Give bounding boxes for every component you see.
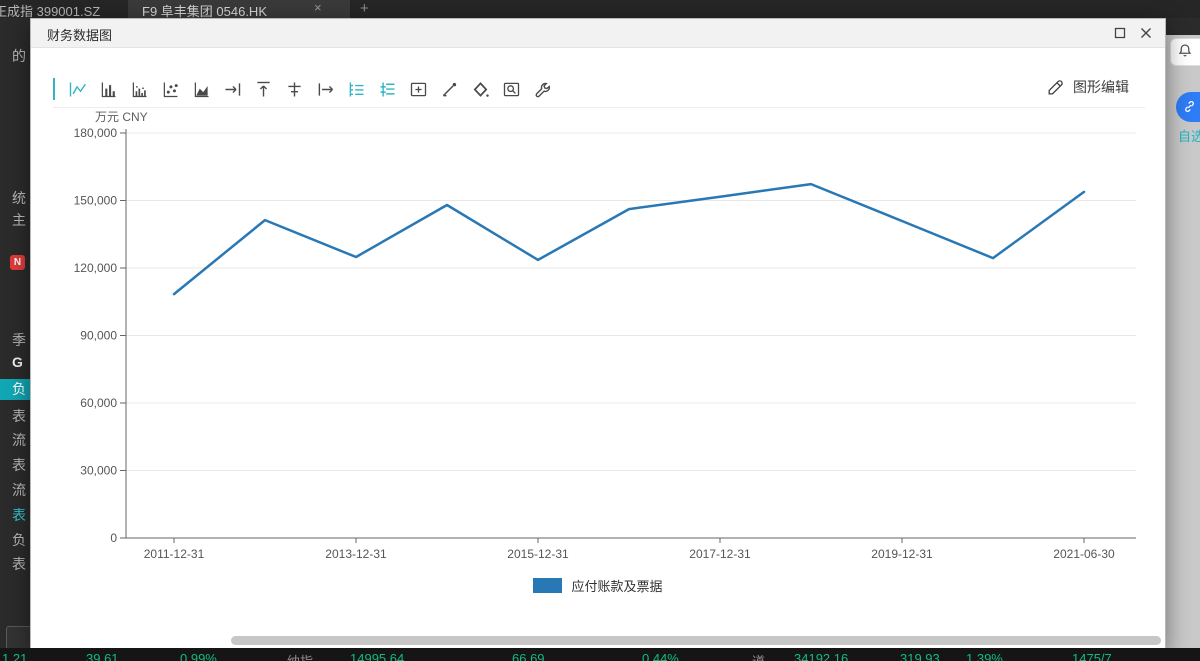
shift-up-icon <box>257 81 270 96</box>
svg-text:0: 0 <box>110 531 117 545</box>
sidebar-partial-item[interactable]: 季 <box>12 330 26 350</box>
app-tab-bar: 正成指 399001.SZ F9 阜丰集团 0546.HK × + <box>0 0 1200 18</box>
shift-right-icon <box>225 82 241 96</box>
link-share-pill[interactable] <box>1176 92 1200 122</box>
finance-data-chart-dialog: 财务数据图 图形编辑 万元 CNY 0 30,000 60,000 90,000… <box>30 18 1166 652</box>
scatter-chart-icon-button[interactable] <box>158 76 184 102</box>
pencil-edit-icon <box>1048 79 1063 94</box>
dialog-titlebar[interactable]: 财务数据图 <box>31 19 1165 48</box>
dialog-title: 财务数据图 <box>47 28 113 43</box>
status-item: 1.21 <box>2 651 28 661</box>
line-chart-icon-button[interactable] <box>65 76 91 102</box>
sidebar-partial-item[interactable]: 统 <box>12 188 26 208</box>
status-item: 1475/7 <box>1072 651 1112 661</box>
sidebar-partial-item[interactable]: 流 <box>12 430 26 450</box>
add-panel-icon <box>410 82 427 96</box>
tab-index-399001[interactable]: 正成指 399001.SZ <box>0 1 100 18</box>
legend-style-1-icon <box>349 82 364 96</box>
status-item: 0.44% <box>642 651 679 661</box>
graph-edit-button[interactable]: 图形编辑 <box>1046 77 1129 97</box>
status-item: 0.99% <box>180 651 217 661</box>
screen: { "app": { "tab_bar": { "tabs": [ { "lab… <box>0 0 1200 661</box>
chart-legend[interactable]: 应付账款及票据 <box>31 576 1165 596</box>
shift-right-alt-icon-button[interactable] <box>313 76 339 102</box>
zoom-area-icon-button[interactable] <box>499 76 525 102</box>
legend-swatch <box>533 578 563 593</box>
sidebar-partial-item[interactable]: 表 <box>12 455 26 475</box>
sidebar-partial-item[interactable]: G <box>12 354 23 370</box>
sidebar-partial-item[interactable]: N <box>10 255 25 270</box>
bell-icon <box>1178 44 1192 57</box>
status-item: 39.61 <box>86 651 119 661</box>
shift-right-alt-icon <box>318 82 333 96</box>
add-panel-icon-button[interactable] <box>406 76 432 102</box>
watchlist-label[interactable]: 自选 <box>1178 126 1200 145</box>
sidebar-partial-item[interactable]: 负 <box>12 530 26 550</box>
center-axis-icon-button[interactable] <box>282 76 308 102</box>
shift-right-icon-button[interactable] <box>220 76 246 102</box>
settings-wrench-icon-button[interactable] <box>530 76 556 102</box>
close-button[interactable] <box>1135 23 1157 43</box>
new-tab-button[interactable]: + <box>360 0 369 17</box>
fill-style-icon <box>473 81 489 97</box>
area-chart-icon-button[interactable] <box>189 76 215 102</box>
toolbar-accent-rule <box>53 78 55 100</box>
sidebar-partial-item[interactable]: 表 <box>12 505 26 525</box>
finance-chart[interactable]: 0 30,000 60,000 90,000 120,000 150,000 180,000… <box>31 101 1167 641</box>
status-item: 1.39% <box>966 651 1003 661</box>
trend-line-icon <box>442 82 457 96</box>
status-item: 道 <box>752 651 765 661</box>
wrench-icon <box>535 82 551 97</box>
status-item: 319.93 <box>900 651 940 661</box>
svg-text:90,000: 90,000 <box>80 329 117 343</box>
bar-chart-icon <box>101 82 116 97</box>
scatter-chart-icon <box>163 82 178 97</box>
sidebar-partial-item[interactable]: 的 <box>12 46 26 66</box>
legend-style-2-icon-button[interactable] <box>375 76 401 102</box>
bar-chart-dense-icon-button[interactable] <box>127 76 153 102</box>
legend-style-1-icon-button[interactable] <box>344 76 370 102</box>
status-item: 34192.16 <box>794 651 849 661</box>
tab-close-icon[interactable]: × <box>314 0 322 15</box>
trend-line-icon-button[interactable] <box>437 76 463 102</box>
area-chart-icon <box>194 82 209 97</box>
center-axis-icon <box>288 82 301 96</box>
sidebar-partial-item[interactable]: 表 <box>12 554 26 574</box>
graph-edit-label: 图形编辑 <box>1073 79 1129 95</box>
status-item: 14995.64 <box>350 651 405 661</box>
maximize-icon <box>1114 27 1126 39</box>
notifications-pill[interactable] <box>1170 38 1200 66</box>
svg-text:2019-12-31: 2019-12-31 <box>871 547 933 561</box>
svg-text:150,000: 150,000 <box>74 194 118 208</box>
legend-style-2-icon <box>380 82 395 96</box>
sidebar-partial-item[interactable]: 主 <box>12 210 26 230</box>
svg-text:180,000: 180,000 <box>74 126 118 140</box>
market-status-bar: 1.21 39.61 0.99% 纳指 14995.64 66.69 0.44% 道 34192… <box>0 648 1200 661</box>
line-chart-icon <box>69 82 86 96</box>
zoom-area-icon <box>503 82 520 96</box>
legend-label: 应付账款及票据 <box>571 579 663 594</box>
shift-up-icon-button[interactable] <box>251 76 277 102</box>
sidebar-partial-item[interactable]: 流 <box>12 480 26 500</box>
svg-text:30,000: 30,000 <box>80 464 117 478</box>
maximize-button[interactable] <box>1109 23 1131 43</box>
svg-text:2021-06-30: 2021-06-30 <box>1053 547 1115 561</box>
status-item: 66.69 <box>512 651 545 661</box>
fill-style-icon-button[interactable] <box>468 76 494 102</box>
svg-text:2015-12-31: 2015-12-31 <box>507 547 569 561</box>
horizontal-scrollbar-thumb[interactable] <box>231 636 1161 645</box>
bar-chart-dense-icon <box>132 82 147 97</box>
svg-text:2013-12-31: 2013-12-31 <box>325 547 387 561</box>
close-icon <box>1141 28 1151 38</box>
tab-fufeng-0546[interactable]: F9 阜丰集团 0546.HK × <box>128 0 350 18</box>
chain-link-icon <box>1185 101 1194 112</box>
svg-text:2011-12-31: 2011-12-31 <box>144 547 205 561</box>
status-item: 纳指 <box>287 651 313 661</box>
svg-text:2017-12-31: 2017-12-31 <box>689 547 751 561</box>
svg-text:120,000: 120,000 <box>74 261 118 275</box>
svg-text:60,000: 60,000 <box>80 396 117 410</box>
bar-chart-icon-button[interactable] <box>96 76 122 102</box>
sidebar-partial-item[interactable]: 表 <box>12 406 26 426</box>
